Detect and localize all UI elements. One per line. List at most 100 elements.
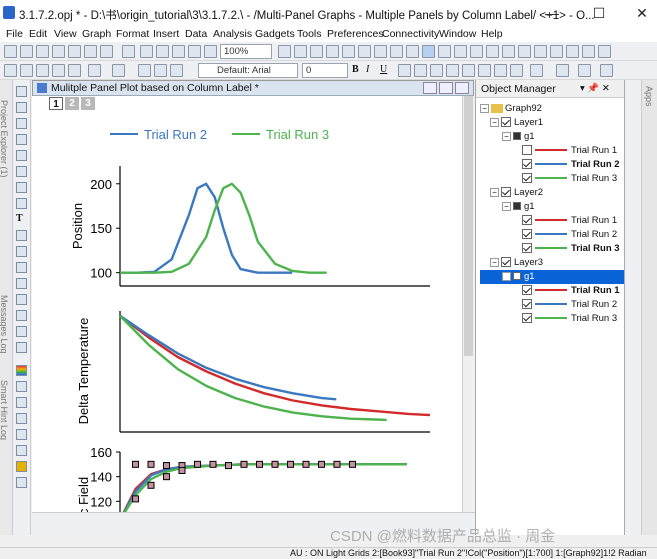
arrow-tool-icon[interactable] <box>16 230 27 241</box>
add-text-icon[interactable] <box>4 64 17 77</box>
line-width-icon[interactable] <box>530 64 543 77</box>
superscript-icon[interactable] <box>398 64 411 77</box>
menu-file[interactable]: File <box>6 28 23 40</box>
plot-checkbox[interactable] <box>522 243 532 254</box>
insert-graph-icon[interactable] <box>16 310 27 321</box>
tree-root-graph[interactable]: − Graph92 <box>480 102 542 116</box>
menu-graph[interactable]: Graph <box>82 28 111 40</box>
tree-group-2[interactable]: − g1 <box>502 200 535 214</box>
plot-checkbox[interactable] <box>522 285 532 296</box>
tree-plot-1-3[interactable]: Trial Run 3 <box>522 172 617 186</box>
menu-insert[interactable]: Insert <box>153 28 179 40</box>
open-template-icon[interactable] <box>156 45 169 58</box>
pattern-icon[interactable] <box>510 64 523 77</box>
save-icon[interactable] <box>172 45 185 58</box>
line-color-icon[interactable] <box>478 64 491 77</box>
mask-tool-icon[interactable] <box>16 182 27 193</box>
screen-reader-tool-icon[interactable] <box>16 150 27 161</box>
menu-help[interactable]: Help <box>481 28 503 40</box>
timestamp-icon[interactable] <box>88 64 101 77</box>
new-layout-icon[interactable] <box>84 45 97 58</box>
tab-smart-hint-log[interactable]: Smart Hint Log <box>0 380 9 440</box>
underline-button[interactable]: U <box>380 64 393 77</box>
layer-content-icon[interactable] <box>16 429 27 440</box>
fill-tool-icon[interactable] <box>16 397 27 408</box>
layer-checkbox[interactable] <box>501 257 511 268</box>
brush-tool-icon[interactable] <box>16 413 27 424</box>
menu-tools[interactable]: Tools <box>297 28 322 40</box>
print-icon[interactable] <box>486 45 499 58</box>
maximize-button[interactable]: ☐ <box>584 4 614 22</box>
layer-checkbox[interactable] <box>501 187 511 198</box>
tile-icon[interactable] <box>470 45 483 58</box>
project-explorer-icon[interactable] <box>406 45 419 58</box>
graph-window-titlebar[interactable]: Mulitple Panel Plot based on Column Labe… <box>33 81 473 96</box>
font-combo[interactable]: Default: Arial <box>198 63 298 78</box>
layer-checkbox[interactable] <box>501 117 511 128</box>
data-selector-icon[interactable] <box>16 166 27 177</box>
duplicate-icon[interactable] <box>294 45 307 58</box>
tree-layer-2[interactable]: − Layer2 <box>490 186 543 200</box>
plot-checkbox[interactable] <box>522 229 532 240</box>
zoom-tool-icon[interactable] <box>16 102 27 113</box>
line-style-icon[interactable] <box>578 64 591 77</box>
font-size-combo[interactable]: 0 <box>302 63 348 78</box>
plot-checkbox[interactable] <box>522 159 532 170</box>
rescale-icon[interactable] <box>550 45 563 58</box>
greek-icon[interactable] <box>430 64 443 77</box>
cascade-icon[interactable] <box>454 45 467 58</box>
new-notes-icon[interactable] <box>100 45 113 58</box>
collapse-icon[interactable]: − <box>490 117 499 127</box>
insert-equation-icon[interactable] <box>16 342 27 353</box>
graph-page[interactable]: 1 2 3 Trial Run 2 Trial Run 3 100 150 200 Pos… <box>32 96 462 512</box>
graph-minimize-button[interactable] <box>423 82 437 94</box>
tree-plot-3-3[interactable]: Trial Run 3 <box>522 312 617 326</box>
tree-layer-1[interactable]: − Layer1 <box>490 116 543 130</box>
menu-window[interactable]: Window <box>439 28 476 40</box>
recalculate-icon[interactable] <box>310 45 323 58</box>
curved-arrow-icon[interactable] <box>16 246 27 257</box>
object-manager-icon[interactable] <box>422 45 435 58</box>
symbol-icon[interactable] <box>600 64 613 77</box>
rectangle-tool-icon[interactable] <box>16 278 27 289</box>
data-reader-icon[interactable] <box>582 45 595 58</box>
new-project-icon[interactable] <box>4 45 17 58</box>
collapse-icon[interactable]: − <box>490 187 499 197</box>
command-window-icon[interactable] <box>390 45 403 58</box>
import-icon[interactable] <box>204 45 217 58</box>
merge-icon[interactable] <box>36 64 49 77</box>
tab-project-explorer[interactable]: Project Explorer (1) <box>0 100 9 178</box>
extract-icon[interactable] <box>52 64 65 77</box>
plot-checkbox[interactable] <box>522 145 532 156</box>
send-graph-icon[interactable] <box>534 45 547 58</box>
tree-plot-2-2[interactable]: Trial Run 2 <box>522 228 617 242</box>
add-new-columns-icon[interactable] <box>326 45 339 58</box>
new-excel-icon[interactable] <box>122 45 135 58</box>
graph-vertical-scrollbar[interactable] <box>462 96 474 512</box>
menu-edit[interactable]: Edit <box>29 28 47 40</box>
subscript-icon[interactable] <box>414 64 427 77</box>
tree-plot-2-3[interactable]: Trial Run 3 <box>522 242 620 256</box>
add-legend-icon[interactable] <box>68 64 81 77</box>
collapse-icon[interactable]: − <box>502 131 511 141</box>
minimize-button[interactable]: — <box>537 4 567 22</box>
refresh-icon[interactable] <box>278 45 291 58</box>
plot-checkbox[interactable] <box>522 299 532 310</box>
scrollbar-thumb[interactable] <box>464 96 473 356</box>
text-tool-icon[interactable]: T <box>16 214 27 225</box>
tree-group-1[interactable]: − g1 <box>502 130 535 144</box>
decrease-font-icon[interactable] <box>462 64 475 77</box>
folder-tool-icon[interactable] <box>16 461 27 472</box>
data-reader-tool-icon[interactable] <box>16 134 27 145</box>
paste-icon[interactable] <box>170 64 183 77</box>
tree-plot-2-1[interactable]: Trial Run 1 <box>522 214 617 228</box>
zoom-combo[interactable]: 100% <box>220 44 272 59</box>
line-tool-icon[interactable] <box>16 262 27 273</box>
graph-close-button[interactable] <box>455 82 469 94</box>
grid-tool-icon[interactable] <box>16 477 27 488</box>
increase-font-icon[interactable] <box>446 64 459 77</box>
menu-format[interactable]: Format <box>116 28 149 40</box>
collapse-icon[interactable]: − <box>502 271 511 281</box>
open-icon[interactable] <box>140 45 153 58</box>
plot-checkbox[interactable] <box>522 173 532 184</box>
